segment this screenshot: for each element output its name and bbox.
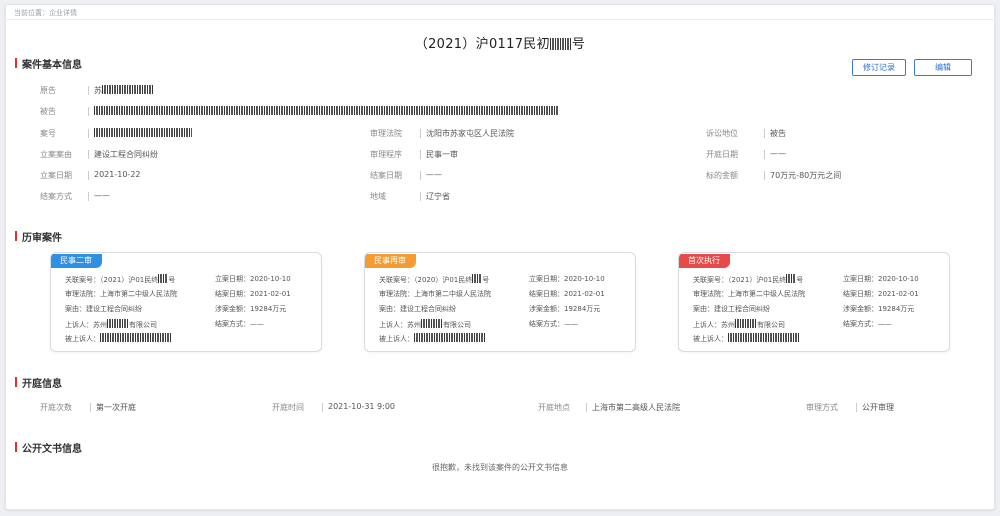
trial-court: 审理法院：上海市第二中级人民法院 xyxy=(379,290,491,298)
close-date-label: 结案日期 xyxy=(370,171,402,180)
related-case-no: 关联案号：（2021）沪01民终号 xyxy=(65,274,176,284)
status-label: 诉讼地位 xyxy=(706,129,738,138)
amount: 涉案金额：19284万元 xyxy=(843,305,915,313)
appellant: 上诉人：苏州 有限公司 xyxy=(693,319,785,329)
filing-date-label: 立案日期 xyxy=(40,171,72,180)
hearing-count-label: 开庭次数 xyxy=(40,403,72,412)
section-title-docs: 公开文书信息 xyxy=(15,440,82,455)
close-date-value: —— xyxy=(420,170,442,180)
appellant: 上诉人：苏州 有限公司 xyxy=(379,319,471,329)
case-no-value xyxy=(88,128,192,138)
amount-value: 70万元-80万元之间 xyxy=(763,171,842,180)
case-cause: 案由：建设工程合同纠纷 xyxy=(65,305,142,313)
hearing-place-label: 开庭地点 xyxy=(538,403,570,412)
appellee: 被上诉人： xyxy=(379,333,486,344)
redacted-mask xyxy=(549,38,572,50)
plaintiff-value: 苏 xyxy=(88,85,154,96)
filing-date-value: 2021-10-22 xyxy=(88,170,141,180)
appellee: 被上诉人： xyxy=(65,333,172,344)
close-method-label: 结案方式 xyxy=(40,192,72,201)
filing-date: 立案日期：2020-10-10 xyxy=(843,275,919,283)
case-no-label: 案号 xyxy=(40,129,56,138)
court-value: 沈阳市苏家屯区人民法院 xyxy=(420,129,514,138)
hearing-date-label: 开庭日期 xyxy=(706,150,738,159)
edit-button[interactable]: 编辑 xyxy=(914,59,972,76)
case-cause: 案由：建设工程合同纠纷 xyxy=(693,305,770,313)
trial-method-label: 审理方式 xyxy=(806,403,838,412)
status-value: 被告 xyxy=(764,129,786,138)
breadcrumb: 当前位置：企业详情 xyxy=(14,9,77,17)
case-cause: 案由：建设工程合同纠纷 xyxy=(379,305,456,313)
case-detail-card: 当前位置：企业详情 （2021）沪0117民初号 修订记录 编辑 案件基本信息 … xyxy=(5,4,995,510)
appellant: 上诉人：苏州 有限公司 xyxy=(65,319,157,329)
appellee: 被上诉人： xyxy=(693,333,800,344)
procedure-value: 民事一审 xyxy=(420,150,458,159)
cause-value: 建设工程合同纠纷 xyxy=(88,150,158,159)
case-type-tag: 首次执行 xyxy=(679,254,730,268)
history-case-card[interactable]: 民事二审 关联案号：（2021）沪01民终号 审理法院：上海市第二中级人民法院 … xyxy=(50,252,322,352)
case-type-tag: 民事二审 xyxy=(51,254,102,268)
history-case-card[interactable]: 民事再审 关联案号：（2020）沪01民终号 审理法院：上海市第二中级人民法院 … xyxy=(364,252,636,352)
defendant-label: 被告 xyxy=(40,107,56,116)
divider xyxy=(6,19,994,20)
hearing-count-value: 第一次开庭 xyxy=(90,403,136,412)
defendant-value xyxy=(88,106,559,116)
case-type-tag: 民事再审 xyxy=(365,254,416,268)
close-method-value: —— xyxy=(88,191,110,201)
hearing-date-value: —— xyxy=(764,149,786,159)
cause-label: 立案案由 xyxy=(40,150,72,159)
amount-label: 标的金额 xyxy=(706,171,738,180)
docs-empty-message: 很抱歉，未找到该案件的公开文书信息 xyxy=(432,463,568,472)
hearing-time-value: 2021-10-31 9:00 xyxy=(322,402,395,412)
close-method: 结案方式：—— xyxy=(843,320,892,328)
court-label: 审理法院 xyxy=(370,129,402,138)
filing-date: 立案日期：2020-10-10 xyxy=(529,275,605,283)
section-title-basic: 案件基本信息 xyxy=(15,56,82,71)
amount: 涉案金额：19284万元 xyxy=(529,305,601,313)
procedure-label: 审理程序 xyxy=(370,150,402,159)
region-label: 地域 xyxy=(370,192,386,201)
trial-court: 审理法院：上海市第二中级人民法院 xyxy=(693,290,805,298)
filing-date: 立案日期：2020-10-10 xyxy=(215,275,291,283)
amount: 涉案金额：19284万元 xyxy=(215,305,287,313)
close-method: 结案方式：—— xyxy=(529,320,578,328)
hearing-time-label: 开庭时间 xyxy=(272,403,304,412)
hearing-place-value: 上海市第二高级人民法院 xyxy=(586,403,680,412)
revision-history-button[interactable]: 修订记录 xyxy=(852,59,906,76)
close-date: 结案日期：2021-02-01 xyxy=(215,290,291,298)
close-method: 结案方式：—— xyxy=(215,320,264,328)
section-title-hearing: 开庭信息 xyxy=(15,375,62,390)
section-title-history: 历审案件 xyxy=(15,229,62,244)
close-date: 结案日期：2021-02-01 xyxy=(529,290,605,298)
trial-court: 审理法院：上海市第二中级人民法院 xyxy=(65,290,177,298)
related-case-no: 关联案号：（2021）沪01民终号 xyxy=(693,274,804,284)
related-case-no: 关联案号：（2020）沪01民终号 xyxy=(379,274,490,284)
plaintiff-label: 原告 xyxy=(40,86,56,95)
page-title: （2021）沪0117民初号 xyxy=(414,37,586,52)
history-case-card[interactable]: 首次执行 关联案号：（2021）沪01民终号 审理法院：上海市第二中级人民法院 … xyxy=(678,252,950,352)
trial-method-value: 公开审理 xyxy=(856,403,894,412)
region-value: 辽宁省 xyxy=(420,192,450,201)
close-date: 结案日期：2021-02-01 xyxy=(843,290,919,298)
